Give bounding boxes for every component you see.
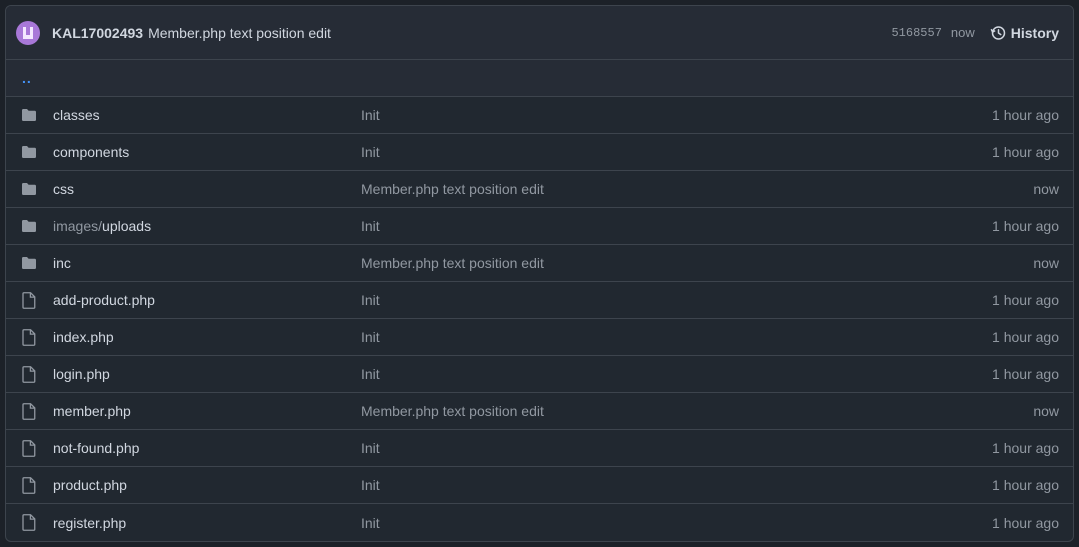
file-icon (20, 365, 38, 383)
file-name[interactable]: product.php (53, 477, 127, 493)
file-commit-age: 1 hour ago (992, 514, 1059, 531)
file-path-prefix[interactable]: images/ (53, 218, 102, 234)
file-icon (20, 402, 38, 420)
file-commit-age: 1 hour ago (992, 107, 1059, 123)
file-commit-age: 1 hour ago (992, 440, 1059, 456)
file-commit-message[interactable]: Init (361, 477, 992, 493)
file-row[interactable]: login.php Init 1 hour ago (6, 356, 1073, 393)
file-name[interactable]: components (53, 144, 129, 160)
file-commit-age: 1 hour ago (992, 292, 1059, 308)
file-row[interactable]: images/uploads Init 1 hour ago (6, 208, 1073, 245)
file-name[interactable]: index.php (53, 329, 114, 345)
folder-icon (20, 217, 38, 235)
commit-sha[interactable]: 5168557 (891, 26, 941, 40)
file-row[interactable]: add-product.php Init 1 hour ago (6, 282, 1073, 319)
folder-icon (20, 180, 38, 198)
file-name[interactable]: login.php (53, 366, 110, 382)
commit-time: now (950, 25, 975, 40)
file-icon (20, 328, 38, 346)
file-commit-age: 1 hour ago (992, 144, 1059, 160)
commit-author[interactable]: KAL17002493 (52, 25, 143, 41)
file-name-link[interactable]: product.php (53, 477, 361, 493)
file-list: classes Init 1 hour ago components Init 1 hou… (6, 97, 1073, 541)
file-name[interactable]: register.php (53, 515, 126, 531)
file-browser: KAL17002493 Member.php text position edi… (5, 5, 1074, 542)
file-commit-message[interactable]: Init (361, 292, 992, 308)
file-icon (20, 476, 38, 494)
file-commit-age: now (1033, 403, 1059, 419)
commit-message[interactable]: Member.php text position edit (148, 25, 331, 41)
file-row[interactable]: not-found.php Init 1 hour ago (6, 430, 1073, 467)
file-name[interactable]: add-product.php (53, 292, 155, 308)
file-commit-message[interactable]: Init (361, 515, 992, 531)
file-commit-age: now (1033, 255, 1059, 271)
file-row[interactable]: css Member.php text position edit now (6, 171, 1073, 208)
file-commit-message[interactable]: Init (361, 107, 992, 123)
file-name-link[interactable]: inc (53, 255, 361, 271)
file-commit-message[interactable]: Init (361, 366, 992, 382)
file-name[interactable]: classes (53, 107, 100, 123)
file-row[interactable]: index.php Init 1 hour ago (6, 319, 1073, 356)
file-name[interactable]: uploads (102, 218, 151, 234)
file-name-link[interactable]: css (53, 181, 361, 197)
file-name-link[interactable]: add-product.php (53, 292, 361, 308)
file-commit-message[interactable]: Init (361, 329, 992, 345)
folder-icon (20, 254, 38, 272)
file-commit-message[interactable]: Member.php text position edit (361, 255, 1033, 271)
file-name-link[interactable]: member.php (53, 403, 361, 419)
file-name-link[interactable]: images/uploads (53, 218, 361, 234)
file-row[interactable]: product.php Init 1 hour ago (6, 467, 1073, 504)
file-commit-age: 1 hour ago (992, 329, 1059, 345)
file-name-link[interactable]: index.php (53, 329, 361, 345)
history-button[interactable]: History (990, 25, 1059, 41)
avatar[interactable] (16, 20, 40, 45)
file-commit-message[interactable]: Member.php text position edit (361, 403, 1033, 419)
history-icon (990, 25, 1006, 40)
file-name[interactable]: not-found.php (53, 440, 139, 456)
file-name[interactable]: member.php (53, 403, 131, 419)
file-commit-message[interactable]: Init (361, 144, 992, 160)
file-commit-age: 1 hour ago (992, 218, 1059, 234)
file-commit-message[interactable]: Init (361, 440, 992, 456)
file-commit-message[interactable]: Init (361, 218, 992, 234)
folder-icon (20, 143, 38, 161)
file-name-link[interactable]: not-found.php (53, 440, 361, 456)
file-icon (20, 514, 38, 532)
file-icon (20, 291, 38, 309)
file-row[interactable]: member.php Member.php text position edit n… (6, 393, 1073, 430)
file-row[interactable]: components Init 1 hour ago (6, 134, 1073, 171)
parent-directory-row[interactable]: .. (6, 60, 1073, 97)
file-icon (20, 439, 38, 457)
file-name[interactable]: css (53, 181, 74, 197)
folder-icon (20, 106, 38, 124)
history-label: History (1010, 24, 1059, 41)
file-name-link[interactable]: login.php (53, 366, 361, 382)
file-row[interactable]: classes Init 1 hour ago (6, 97, 1073, 134)
file-commit-age: 1 hour ago (992, 366, 1059, 382)
file-name[interactable]: inc (53, 255, 71, 271)
file-commit-age: now (1033, 181, 1059, 197)
file-row[interactable]: inc Member.php text position edit now (6, 245, 1073, 282)
file-name-link[interactable]: register.php (53, 515, 361, 531)
file-row[interactable]: register.php Init 1 hour ago (6, 504, 1073, 541)
parent-directory-link[interactable]: .. (22, 70, 32, 86)
file-name-link[interactable]: classes (53, 107, 361, 123)
file-commit-age: 1 hour ago (992, 477, 1059, 493)
file-name-link[interactable]: components (53, 144, 361, 160)
file-commit-message[interactable]: Member.php text position edit (361, 181, 1033, 197)
latest-commit-bar: KAL17002493 Member.php text position edi… (6, 6, 1073, 60)
